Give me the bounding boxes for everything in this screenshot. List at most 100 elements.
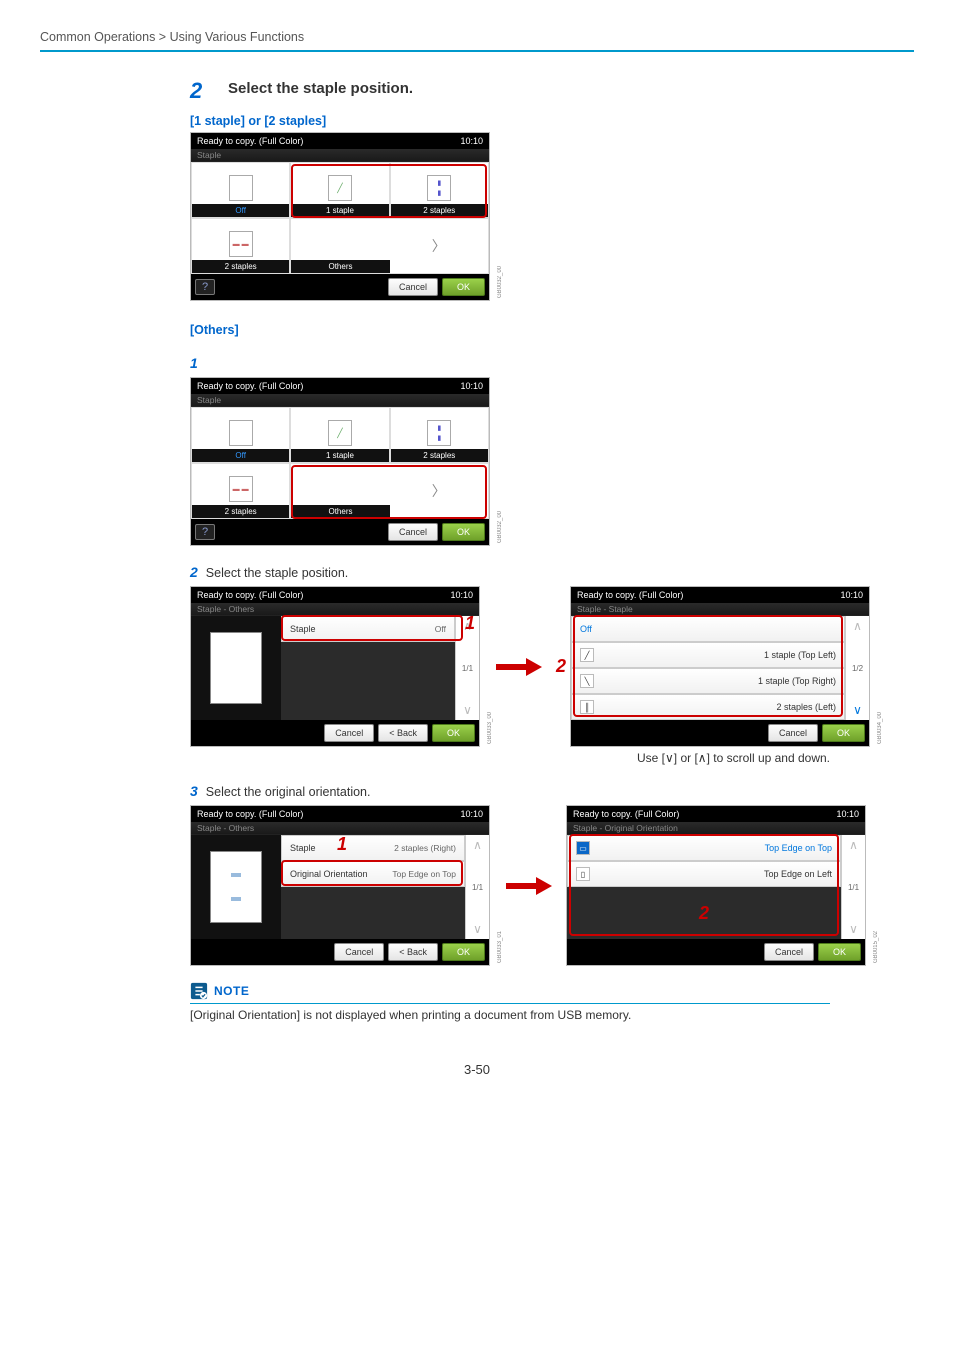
panel-crumb: Staple	[191, 149, 489, 162]
page-indicator: 1/2	[852, 664, 863, 673]
tile-1-label: 1 staple	[291, 449, 388, 462]
tile-others[interactable]: Others 〉	[290, 463, 489, 519]
scroll-up-icon[interactable]: ∧	[849, 835, 858, 855]
staple-icon: ╱	[580, 648, 594, 662]
step-title: Select the staple position.	[228, 80, 413, 97]
tile-2-label: 2 staples	[391, 204, 488, 217]
cancel-button[interactable]: Cancel	[768, 724, 818, 742]
cancel-button[interactable]: Cancel	[388, 278, 438, 296]
tile-off[interactable]: Off	[191, 162, 290, 218]
screenshot-orient-list: Ready to copy. (Full Color) 10:10 Staple…	[566, 805, 866, 966]
cancel-button[interactable]: Cancel	[334, 943, 384, 961]
tile-2b-label: 2 staples	[192, 260, 289, 273]
row-staple-label: Staple	[290, 843, 316, 853]
list-item-label: Top Edge on Top	[765, 843, 832, 853]
breadcrumb: Common Operations > Using Various Functi…	[40, 30, 914, 44]
panel-crumb: Staple - Staple	[571, 603, 869, 616]
arrow-right-icon	[504, 875, 552, 897]
panel-time: 10:10	[460, 809, 483, 819]
callout-2: 2	[699, 903, 709, 924]
list-item-label: Top Edge on Left	[764, 869, 832, 879]
callout-1: 1	[465, 613, 475, 634]
list-item[interactable]: ▭Top Edge on Top	[567, 835, 841, 861]
cancel-button[interactable]: Cancel	[388, 523, 438, 541]
tile-off[interactable]: Off	[191, 407, 290, 463]
scroll-hint: Use [∨] or [∧] to scroll up and down.	[190, 751, 830, 765]
panel-time: 10:10	[840, 590, 863, 600]
ok-button[interactable]: OK	[432, 724, 475, 742]
substep-3-num: 3	[190, 783, 198, 799]
page-indicator: 1/1	[472, 883, 483, 892]
ok-button[interactable]: OK	[822, 724, 865, 742]
list-item[interactable]: Off	[571, 616, 845, 642]
substep-2-text: Select the staple position.	[206, 566, 348, 580]
staple-icon: ╲	[580, 674, 594, 688]
tile-1-staple[interactable]: ╱1 staple	[290, 162, 389, 218]
panel-code: GB0033_01	[497, 931, 503, 963]
row-orientation[interactable]: Original Orientation Top Edge on Top	[281, 861, 465, 887]
row-staple-value: 2 staples (Right)	[394, 843, 456, 853]
screenshot-staple-list: Ready to copy. (Full Color) 10:10 Staple…	[570, 586, 870, 747]
row-staple-label: Staple	[290, 624, 316, 634]
scroll-up-icon[interactable]: ∧	[853, 616, 862, 636]
chevron-right-icon: 〉	[432, 481, 446, 501]
help-icon[interactable]: ?	[195, 279, 215, 295]
callout-2: 2	[556, 656, 566, 677]
row-staple[interactable]: Staple Off	[281, 616, 455, 642]
panel-crumb: Staple - Original Orientation	[567, 822, 865, 835]
cancel-button[interactable]: Cancel	[764, 943, 814, 961]
tile-off-label: Off	[192, 204, 289, 217]
scroll-down-icon[interactable]: ∨	[463, 700, 472, 720]
screenshot-others-main-a: Ready to copy. (Full Color) 10:10 Staple…	[190, 586, 480, 747]
scroll-down-icon[interactable]: ∨	[853, 700, 862, 720]
panel-time: 10:10	[450, 590, 473, 600]
list-item[interactable]: ╲ 1 staple (Top Right)	[571, 668, 845, 694]
subhead-1-2-staples: [1 staple] or [2 staples]	[190, 114, 870, 128]
list-item-label: 2 staples (Left)	[776, 702, 836, 712]
row-staple[interactable]: Staple 2 staples (Right)	[281, 835, 465, 861]
help-icon[interactable]: ?	[195, 524, 215, 540]
row-orient-label: Original Orientation	[290, 869, 368, 879]
tile-2-staples-b[interactable]: ▬▬2 staples	[191, 463, 290, 519]
panel-status: Ready to copy. (Full Color)	[197, 136, 303, 146]
substep-1-num: 1	[190, 355, 198, 371]
list-item[interactable]: ╱1 staple (Top Left)	[571, 642, 845, 668]
scroll-up-icon[interactable]: ∧	[473, 835, 482, 855]
ok-button[interactable]: OK	[442, 278, 485, 296]
list-item[interactable]: ▯Top Edge on Left	[567, 861, 841, 887]
panel-status: Ready to copy. (Full Color)	[197, 381, 303, 391]
preview-column	[191, 835, 281, 939]
tile-2-staples-b[interactable]: ▬▬2 staples	[191, 218, 290, 274]
scroll-down-icon[interactable]: ∨	[473, 919, 482, 939]
tile-others[interactable]: Others 〉	[290, 218, 489, 274]
list-item-label: Off	[580, 624, 592, 634]
note-block: NOTE [Original Orientation] is not displ…	[190, 982, 870, 1022]
tile-2-staples[interactable]: ▮▮2 staples	[390, 162, 489, 218]
scroll-down-icon[interactable]: ∨	[849, 919, 858, 939]
back-button[interactable]: < Back	[388, 943, 438, 961]
chevron-right-icon: 〉	[432, 236, 446, 256]
screenshot-others-main-b: Ready to copy. (Full Color) 10:10 Staple…	[190, 805, 490, 966]
row-orient-value: Top Edge on Top	[392, 869, 456, 879]
panel-code: GB0032_00	[497, 266, 503, 298]
tile-1-staple[interactable]: ╱1 staple	[290, 407, 389, 463]
list-item[interactable]: ║2 staples (Left)	[571, 694, 845, 720]
panel-time: 10:10	[460, 136, 483, 146]
ok-button[interactable]: OK	[442, 523, 485, 541]
back-button[interactable]: < Back	[378, 724, 428, 742]
panel-time: 10:10	[836, 809, 859, 819]
cancel-button[interactable]: Cancel	[324, 724, 374, 742]
note-icon	[190, 982, 208, 1000]
screenshot-staple-a: Ready to copy. (Full Color) 10:10 Staple…	[190, 132, 490, 301]
list-item-label: 1 staple (Top Right)	[758, 676, 836, 686]
tile-2-label: 2 staples	[391, 449, 488, 462]
panel-status: Ready to copy. (Full Color)	[197, 809, 303, 819]
panel-crumb: Staple	[191, 394, 489, 407]
tile-2-staples[interactable]: ▮▮2 staples	[390, 407, 489, 463]
page-indicator: 1/1	[848, 883, 859, 892]
panel-code: GB0015_02	[873, 931, 879, 963]
ok-button[interactable]: OK	[442, 943, 485, 961]
ok-button[interactable]: OK	[818, 943, 861, 961]
panel-status: Ready to copy. (Full Color)	[573, 809, 679, 819]
page-indicator: 1/1	[462, 664, 473, 673]
